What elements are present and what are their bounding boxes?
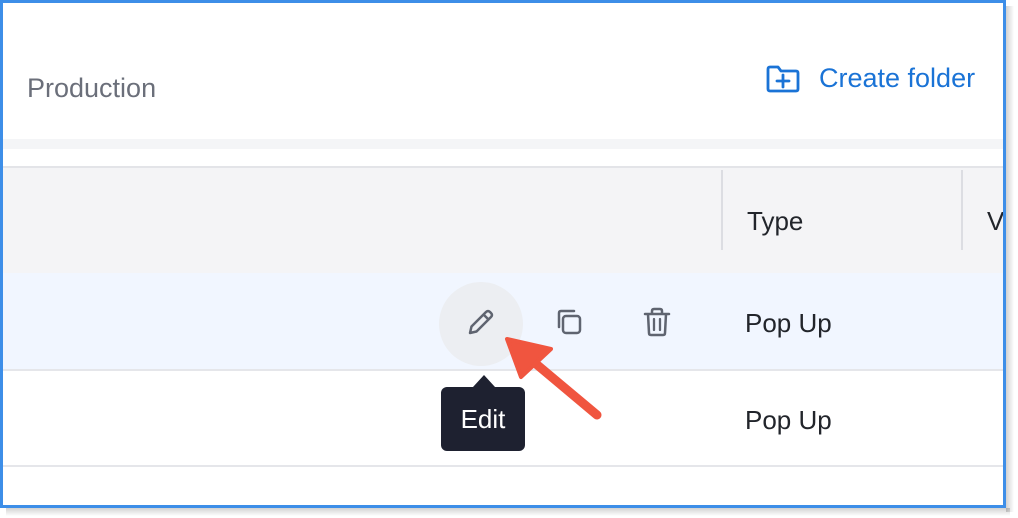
trash-icon: [640, 305, 674, 344]
page-header: Production Create folder: [3, 3, 1003, 139]
copy-icon: [552, 305, 586, 344]
row-name[interactable]: p: [3, 308, 4, 339]
tooltip-pointer: [473, 375, 495, 387]
pencil-icon: [464, 305, 498, 344]
table-row[interactable]: f Pop Up: [3, 467, 1003, 505]
table-header: Type V: [3, 166, 1003, 273]
column-header-next[interactable]: V: [987, 206, 1003, 237]
edit-button[interactable]: [439, 282, 523, 366]
row-name[interactable]: p: [3, 405, 4, 436]
frame-shadow: [6, 508, 1010, 516]
frame-shadow: [1006, 6, 1014, 512]
row-type: Pop Up: [745, 405, 832, 435]
create-folder-label: Create folder: [819, 63, 976, 93]
screenshot-frame: Production Create folder Type V p: [0, 0, 1006, 508]
row-type: Pop Up: [745, 501, 832, 505]
table-row[interactable]: p: [3, 273, 1003, 371]
delete-button[interactable]: [615, 282, 699, 366]
folder-plus-icon: [765, 64, 801, 94]
column-separator[interactable]: [721, 170, 723, 250]
breadcrumb[interactable]: Production: [27, 73, 156, 104]
column-separator[interactable]: [961, 170, 963, 250]
column-header-type[interactable]: Type: [747, 206, 803, 237]
row-type: Pop Up: [745, 308, 832, 338]
header-divider: [3, 139, 1003, 149]
create-folder-button[interactable]: Create folder: [765, 63, 975, 94]
edit-tooltip: Edit: [441, 387, 525, 451]
duplicate-button[interactable]: [527, 282, 611, 366]
